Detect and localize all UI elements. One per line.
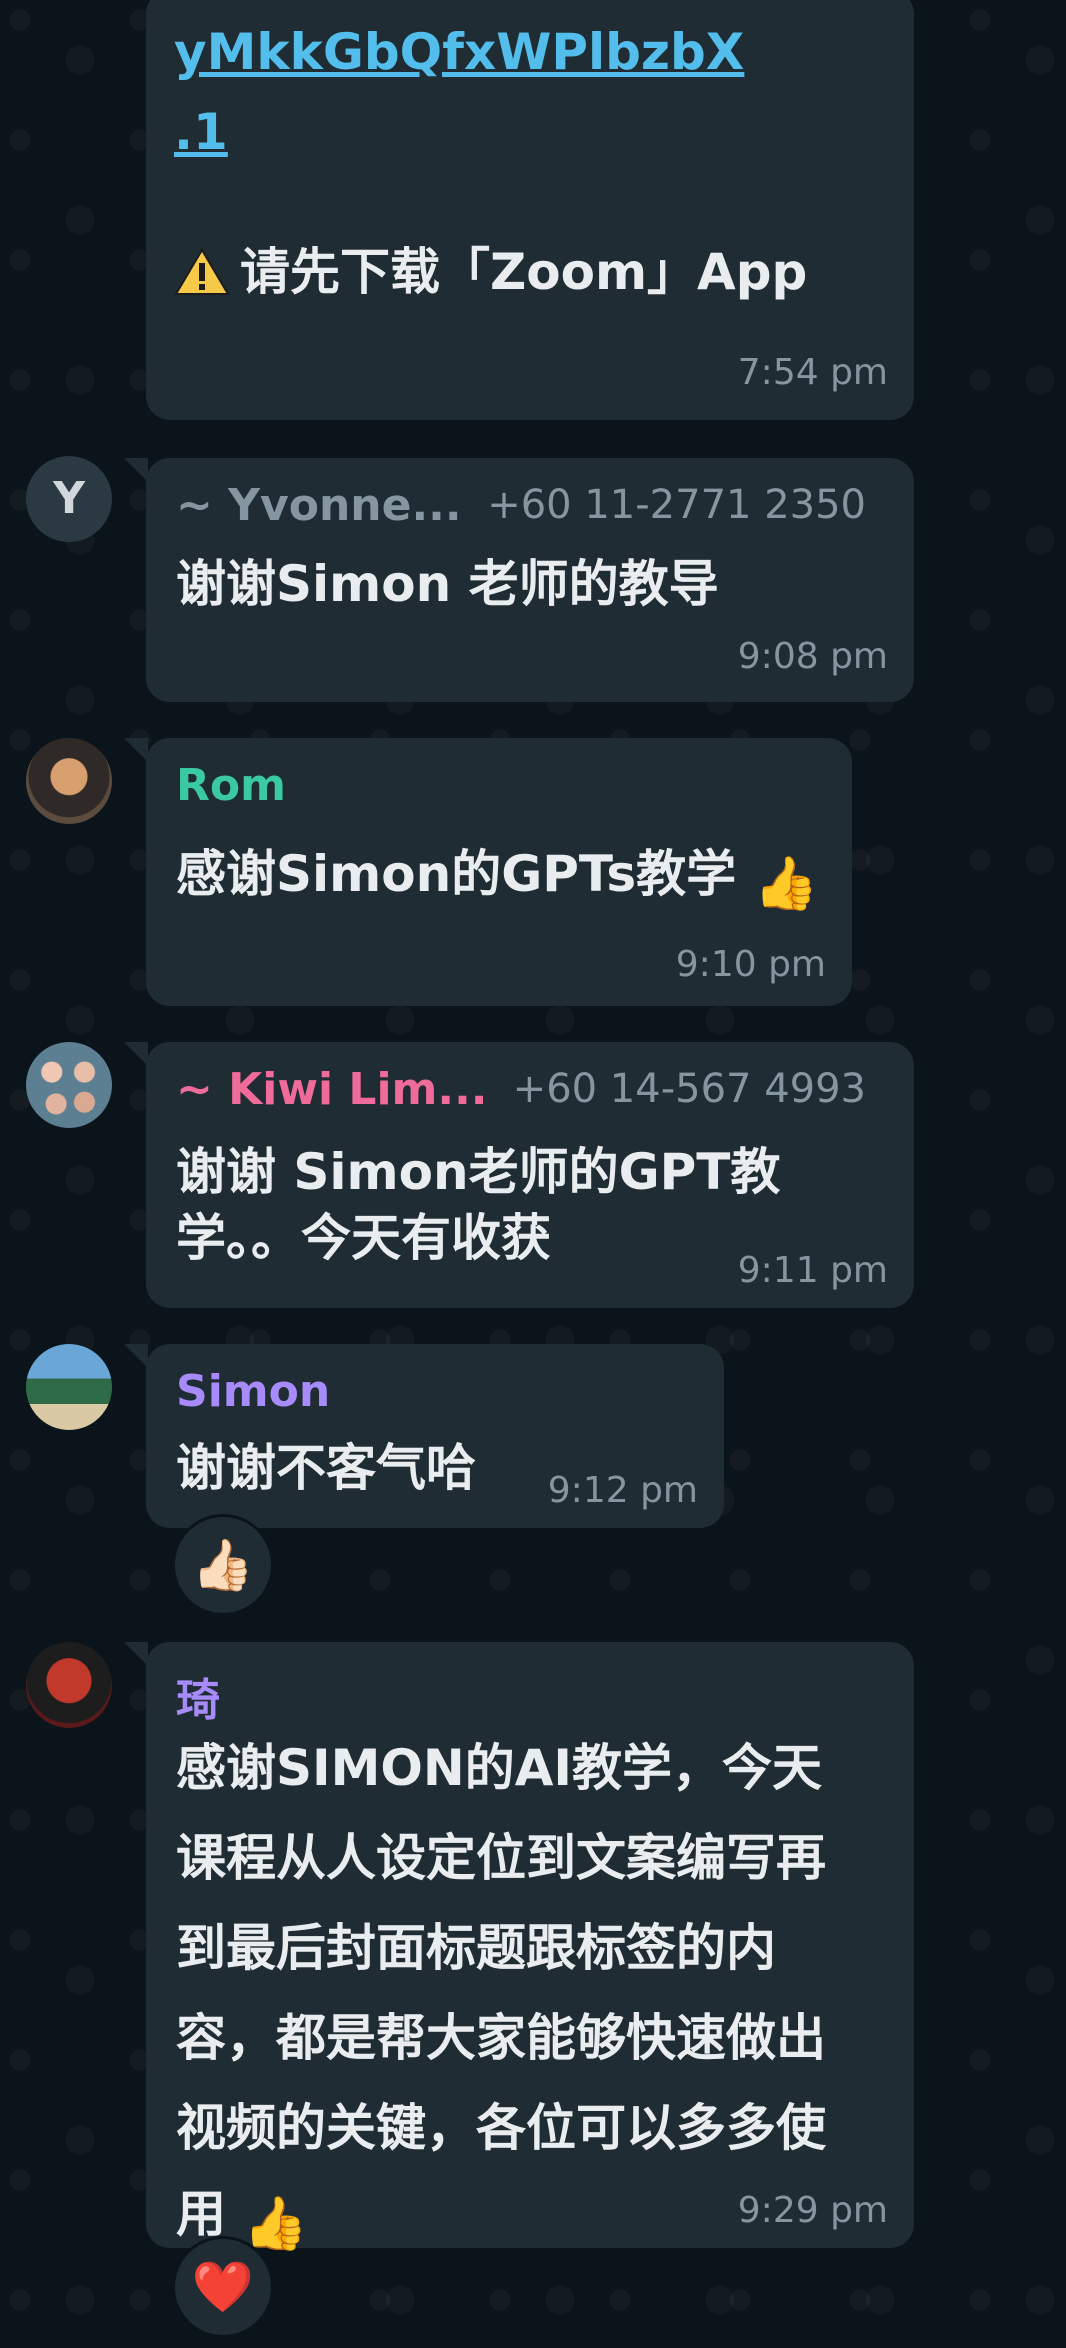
avatar-kiwi[interactable] <box>26 1042 112 1128</box>
sender-name[interactable]: Simon <box>176 1366 330 1417</box>
message-time: 9:08 pm <box>737 636 888 677</box>
message-text: 感谢Simon的GPTs教学 👍 <box>176 842 818 916</box>
message-line-1: 谢谢 Simon老师的GPT教 <box>176 1143 781 1201</box>
avatar-yvonne[interactable]: Y <box>26 456 112 542</box>
warning-text: 请先下载「Zoom」App <box>240 243 808 301</box>
message-text: 谢谢Simon 老师的教导 <box>176 555 719 613</box>
thumbs-up-icon: 👍 <box>753 854 819 914</box>
message-link-line-1[interactable]: yMkkGbQfxWPlbzbX <box>174 20 744 84</box>
avatar-rom[interactable] <box>26 738 112 824</box>
message-line-3: 到最后封面标题跟标签的内 <box>176 1919 776 1977</box>
message-time: 9:12 pm <box>547 1470 698 1511</box>
message-bubble-rom[interactable]: Rom 感谢Simon的GPTs教学 👍 9:10 pm <box>146 738 852 1006</box>
reaction-thumbs-up[interactable]: 👍🏻 <box>172 1514 274 1616</box>
message-link-line-2[interactable]: .1 <box>174 100 228 164</box>
message-line-5: 视频的关键，各位可以多多使 <box>176 2099 826 2157</box>
message-text: 谢谢不客气哈 <box>176 1439 476 1497</box>
message-line-2: 学。。今天有收获 <box>176 1209 551 1267</box>
warning-icon <box>174 248 230 295</box>
chat-messages: yMkkGbQfxWPlbzbX .1 请先下载「Zoom」App 7:54 p… <box>0 0 1066 2348</box>
sender-name[interactable]: ~ Kiwi Lim... <box>176 1064 488 1115</box>
message-line-2: 课程从人设定位到文案编写再 <box>176 1829 826 1887</box>
message-time: 9:29 pm <box>737 2190 888 2231</box>
bubble-tail <box>124 1042 148 1066</box>
message-bubble-yvonne[interactable]: ~ Yvonne... +60 11-2771 2350 谢谢Simon 老师的… <box>146 458 914 702</box>
message-text-content: 感谢Simon的GPTs教学 <box>176 845 737 903</box>
sender-name[interactable]: ~ Yvonne... <box>176 480 462 531</box>
message-bubble-simon[interactable]: Simon 谢谢不客气哈 9:12 pm <box>146 1344 724 1528</box>
avatar-simon[interactable] <box>26 1344 112 1430</box>
sender-name[interactable]: 琦 <box>176 1664 220 1728</box>
message-bubble-link[interactable]: yMkkGbQfxWPlbzbX .1 请先下载「Zoom」App 7:54 p… <box>146 0 914 420</box>
sender-phone: +60 11-2771 2350 <box>487 482 866 528</box>
reaction-heart[interactable]: ❤️ <box>172 2236 274 2338</box>
bubble-tail <box>124 458 148 482</box>
bubble-tail <box>124 1344 148 1368</box>
message-line-6-text: 用 <box>176 2185 226 2243</box>
message-bubble-qi[interactable]: 琦 感谢SIMON的AI教学，今天 课程从人设定位到文案编写再 到最后封面标题跟… <box>146 1642 914 2254</box>
sender-name[interactable]: Rom <box>176 760 286 811</box>
message-line-1: 感谢SIMON的AI教学，今天 <box>176 1739 823 1797</box>
bubble-tail <box>124 1642 148 1666</box>
warning-line: 请先下载「Zoom」App <box>174 240 894 310</box>
sender-phone: +60 14-567 4993 <box>512 1066 866 1112</box>
message-time: 9:10 pm <box>675 944 826 985</box>
message-time: 9:11 pm <box>737 1250 888 1291</box>
bubble-tail <box>124 738 148 762</box>
message-line-4: 容，都是帮大家能够快速做出 <box>176 2009 826 2067</box>
avatar-qi[interactable] <box>26 1642 112 1728</box>
message-bubble-kiwi[interactable]: ~ Kiwi Lim... +60 14-567 4993 谢谢 Simon老师… <box>146 1042 914 1308</box>
message-time: 7:54 pm <box>737 352 888 393</box>
